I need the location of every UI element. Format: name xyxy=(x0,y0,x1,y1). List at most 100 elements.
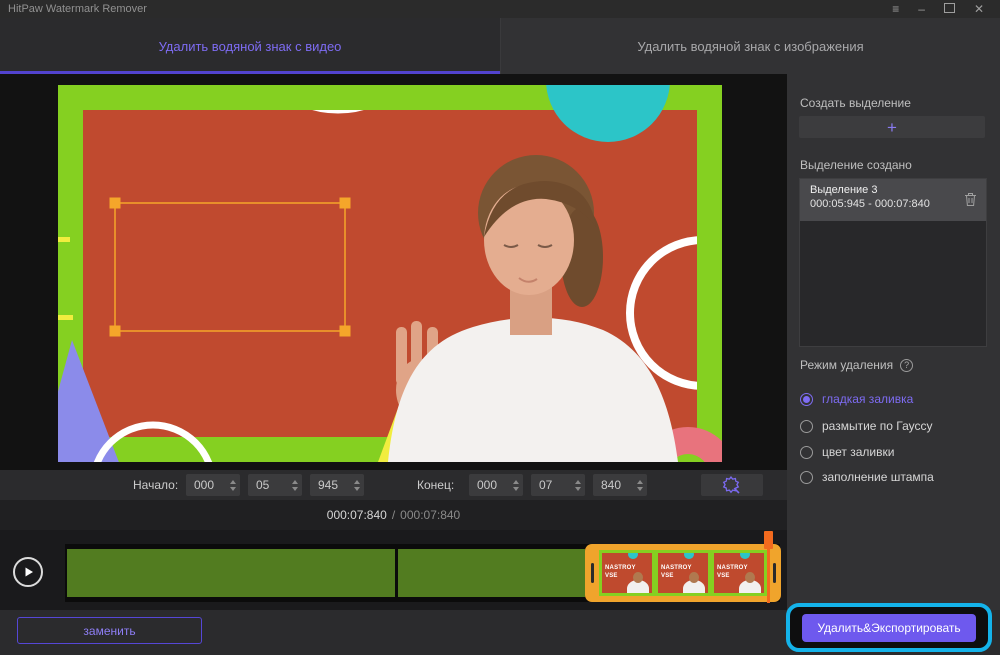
spinner-arrows-icon[interactable] xyxy=(292,480,298,491)
video-preview[interactable] xyxy=(58,85,722,462)
thumb-cyan-shape xyxy=(628,550,638,559)
mode-option-label: размытие по Гауссу xyxy=(822,419,933,433)
radio-icon xyxy=(800,471,813,484)
start-label: Начало: xyxy=(133,470,178,500)
timeline-track[interactable]: NASTROYVSE NASTROYVSE NASTROYV xyxy=(65,544,780,602)
end-millis-value: 840 xyxy=(601,478,637,492)
end-seconds-value: 07 xyxy=(539,478,575,492)
tab-label: Удалить водяной знак с видео xyxy=(159,39,342,54)
create-selection-label: Создать выделение xyxy=(800,96,911,110)
selection-item-range: 000:05:945 - 000:07:840 xyxy=(810,198,976,210)
selection-handle-bottom-right[interactable] xyxy=(340,326,351,337)
selection-list-item[interactable]: Выделение 3 000:05:945 - 000:07:840 xyxy=(800,179,986,221)
spinner-arrows-icon[interactable] xyxy=(230,480,236,491)
handle-grip xyxy=(773,563,776,583)
radio-icon xyxy=(800,420,813,433)
thumb-caption: NASTROYVSE xyxy=(661,565,692,580)
yellow-dash-2 xyxy=(58,315,73,320)
menu-icon[interactable]: ≡ xyxy=(892,0,899,18)
tab-remove-image-watermark[interactable]: Удалить водяной знак с изображения xyxy=(500,18,1000,74)
help-icon[interactable]: ? xyxy=(900,359,913,372)
start-millis-field[interactable]: 945 xyxy=(310,474,364,496)
delete-selection-button[interactable] xyxy=(964,192,977,212)
timeline-selection-region[interactable]: NASTROYVSE NASTROYVSE NASTROYV xyxy=(585,544,781,602)
close-icon[interactable]: ✕ xyxy=(974,0,984,18)
play-button[interactable] xyxy=(13,557,43,587)
selection-left-handle[interactable] xyxy=(585,544,599,602)
spinner-arrows-icon[interactable] xyxy=(637,480,643,491)
mode-option-fill-color[interactable]: цвет заливки xyxy=(800,444,894,460)
end-minutes-value: 000 xyxy=(477,478,513,492)
start-seconds-field[interactable]: 05 xyxy=(248,474,302,496)
trash-icon xyxy=(964,192,977,207)
play-icon xyxy=(22,566,34,578)
maximize-icon[interactable] xyxy=(944,0,955,18)
plus-icon: + xyxy=(887,119,897,136)
thumb-figure-head xyxy=(633,572,643,583)
end-minutes-field[interactable]: 000 xyxy=(469,474,523,496)
tab-label: Удалить водяной знак с изображения xyxy=(637,39,863,54)
selection-list[interactable]: Выделение 3 000:05:945 - 000:07:840 xyxy=(799,178,987,347)
start-seconds-value: 05 xyxy=(256,478,292,492)
minimize-icon[interactable]: – xyxy=(918,0,925,18)
mode-option-label: гладкая заливка xyxy=(822,392,913,406)
selection-handle-top-right[interactable] xyxy=(340,198,351,209)
playhead-marker[interactable] xyxy=(764,531,773,549)
playback-time-bar: 000:07:840 / 000:07:840 xyxy=(0,500,787,530)
trim-control-bar: Начало: 000 05 945 Конец: 000 07 xyxy=(0,470,787,500)
end-millis-field[interactable]: 840 xyxy=(593,474,647,496)
radio-selected-icon xyxy=(800,393,813,406)
yellow-dash-1 xyxy=(58,237,70,242)
removal-mode-label: Режим удаления xyxy=(800,358,893,372)
tab-bar: Удалить водяной знак с видео Удалить вод… xyxy=(0,18,1000,74)
thumb-caption: NASTROYVSE xyxy=(717,565,748,580)
mode-option-stamp-fill[interactable]: заполнение штампа xyxy=(800,469,934,485)
spinner-arrows-icon[interactable] xyxy=(575,480,581,491)
selection-handle-bottom-left[interactable] xyxy=(110,326,121,337)
time-separator: / xyxy=(392,508,395,522)
sidebar: Создать выделение + Выделение создано Вы… xyxy=(787,74,1000,655)
current-time: 000:07:840 xyxy=(327,508,387,522)
editor-area: Начало: 000 05 945 Конец: 000 07 xyxy=(0,74,787,655)
spinner-arrows-icon[interactable] xyxy=(513,480,519,491)
replace-button-label: заменить xyxy=(83,624,135,638)
handle-grip xyxy=(591,563,594,583)
video-frame xyxy=(58,85,722,462)
mode-option-smooth-fill[interactable]: гладкая заливка xyxy=(800,391,913,407)
timeline: NASTROYVSE NASTROYVSE NASTROYV xyxy=(0,530,787,610)
remove-and-export-button[interactable]: Удалить&Экспортировать xyxy=(802,614,976,642)
start-minutes-value: 000 xyxy=(194,478,230,492)
spinner-arrows-icon[interactable] xyxy=(354,480,360,491)
add-selection-button[interactable]: + xyxy=(799,116,985,138)
replace-button[interactable]: заменить xyxy=(17,617,202,644)
video-thumbnail: NASTROYVSE xyxy=(599,550,655,596)
start-minutes-field[interactable]: 000 xyxy=(186,474,240,496)
mode-option-gaussian-blur[interactable]: размытие по Гауссу xyxy=(800,418,933,434)
end-label: Конец: xyxy=(417,470,454,500)
video-thumbnail: NASTROYVSE xyxy=(655,550,711,596)
selection-created-label: Выделение создано xyxy=(800,158,912,172)
thumb-cyan-shape xyxy=(684,550,694,559)
export-highlight-ring: Удалить&Экспортировать xyxy=(786,603,992,652)
selection-item-title: Выделение 3 xyxy=(810,184,976,196)
title-bar: HitPaw Watermark Remover ≡ – ✕ xyxy=(0,0,1000,18)
video-thumbnail: NASTROYVSE xyxy=(711,550,767,596)
app-window: HitPaw Watermark Remover ≡ – ✕ Удалить в… xyxy=(0,0,1000,655)
thumb-cyan-shape xyxy=(740,550,750,559)
playhead-line xyxy=(767,549,770,603)
clip-segment-2[interactable] xyxy=(398,549,585,597)
selection-handle-top-left[interactable] xyxy=(110,198,121,209)
radio-icon xyxy=(800,446,813,459)
mode-option-label: заполнение штампа xyxy=(822,470,934,484)
magnifier-star-icon xyxy=(722,476,742,494)
preview-effect-button[interactable] xyxy=(701,474,763,496)
mode-option-label: цвет заливки xyxy=(822,445,894,459)
removal-mode-header: Режим удаления ? xyxy=(800,358,913,372)
thumb-caption: NASTROYVSE xyxy=(605,565,636,580)
clip-segment-1[interactable] xyxy=(67,549,395,597)
end-seconds-field[interactable]: 07 xyxy=(531,474,585,496)
tab-remove-video-watermark[interactable]: Удалить водяной знак с видео xyxy=(0,18,500,74)
start-millis-value: 945 xyxy=(318,478,354,492)
export-button-label: Удалить&Экспортировать xyxy=(817,621,960,635)
window-title: HitPaw Watermark Remover xyxy=(0,3,892,15)
